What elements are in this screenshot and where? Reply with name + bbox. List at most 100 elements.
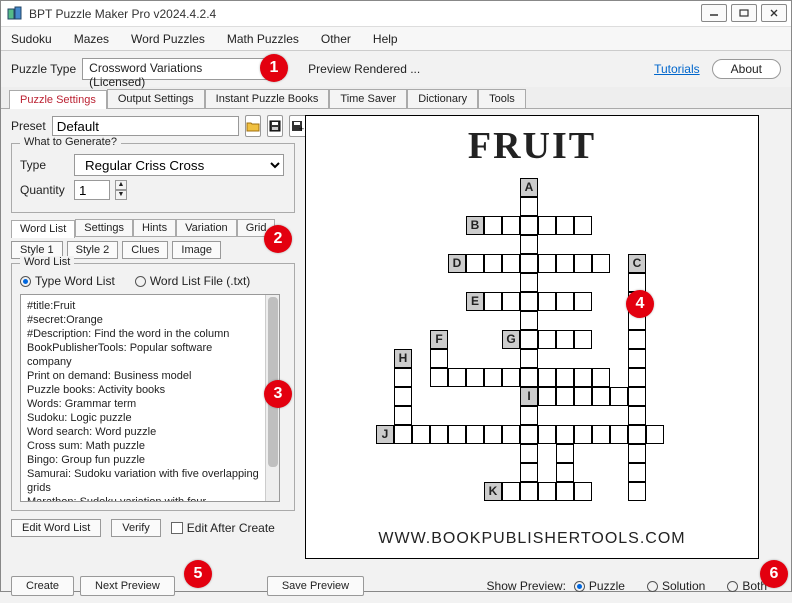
tab-tools[interactable]: Tools: [478, 89, 526, 108]
menu-help[interactable]: Help: [373, 32, 398, 46]
grid-cell: [574, 482, 592, 501]
grid-cell: [520, 254, 538, 273]
grid-label-cell: J: [376, 425, 394, 444]
edit-after-create-checkbox[interactable]: Edit After Create: [171, 521, 275, 535]
grid-cell: [628, 406, 646, 425]
save-preview-button[interactable]: Save Preview: [267, 576, 364, 596]
grid-cell: [574, 254, 592, 273]
close-button[interactable]: [761, 4, 787, 22]
quantity-spinner[interactable]: ▲▼: [115, 180, 127, 200]
radio-puzzle[interactable]: Puzzle: [574, 579, 625, 593]
type-dropdown[interactable]: Regular Criss Cross: [74, 154, 284, 176]
quantity-label: Quantity: [20, 183, 68, 197]
about-button[interactable]: About: [712, 59, 781, 79]
quantity-input[interactable]: [74, 180, 110, 200]
tab-dictionary[interactable]: Dictionary: [407, 89, 478, 108]
menu-other[interactable]: Other: [321, 32, 351, 46]
style2-button[interactable]: Style 2: [67, 241, 119, 259]
preview-title: FRUIT: [312, 124, 752, 168]
next-preview-button[interactable]: Next Preview: [80, 576, 175, 596]
edit-word-list-button[interactable]: Edit Word List: [11, 519, 101, 537]
grid-cell: [556, 425, 574, 444]
grid-cell: [520, 292, 538, 311]
grid-cell: [538, 216, 556, 235]
marker-2: 2: [264, 225, 292, 253]
type-label: Type: [20, 158, 68, 172]
grid-cell: [502, 292, 520, 311]
grid-cell: [484, 292, 502, 311]
open-preset-icon[interactable]: [245, 115, 261, 137]
grid-cell: [556, 368, 574, 387]
grid-cell: [538, 292, 556, 311]
tutorials-link[interactable]: Tutorials: [654, 62, 700, 76]
subtab-word-list[interactable]: Word List: [11, 220, 75, 238]
grid-label-cell: I: [520, 387, 538, 406]
grid-cell: [430, 425, 448, 444]
maximize-button[interactable]: [731, 4, 757, 22]
marker-5: 5: [184, 560, 212, 588]
grid-cell: [520, 406, 538, 425]
grid-cell: [628, 349, 646, 368]
grid-cell: [466, 254, 484, 273]
marker-6: 6: [760, 560, 788, 588]
grid-label-cell: H: [394, 349, 412, 368]
grid-cell: [592, 387, 610, 406]
grid-cell: [628, 482, 646, 501]
grid-cell: [520, 425, 538, 444]
tab-puzzle-settings[interactable]: Puzzle Settings: [9, 90, 107, 109]
title-bar: BPT Puzzle Maker Pro v2024.4.2.4: [1, 1, 791, 27]
preview-pane: FRUIT ABCDEFGHIJK WWW.BOOKPUBLISHERTOOLS…: [301, 109, 791, 569]
grid-cell: [574, 425, 592, 444]
tab-output-settings[interactable]: Output Settings: [107, 89, 205, 108]
subtab-variation[interactable]: Variation: [176, 219, 237, 237]
radio-word-list-file[interactable]: Word List File (.txt): [135, 274, 250, 288]
radio-solution[interactable]: Solution: [647, 579, 705, 593]
grid-cell: [574, 292, 592, 311]
subtab-settings[interactable]: Settings: [75, 219, 133, 237]
grid-cell: [556, 482, 574, 501]
grid-label-cell: E: [466, 292, 484, 311]
menu-math-puzzles[interactable]: Math Puzzles: [227, 32, 299, 46]
clues-button[interactable]: Clues: [122, 241, 168, 259]
subtab-hints[interactable]: Hints: [133, 219, 176, 237]
grid-label-cell: K: [484, 482, 502, 501]
grid-cell: [412, 425, 430, 444]
save-preset-icon[interactable]: [267, 115, 283, 137]
generate-group: What to Generate? Type Regular Criss Cro…: [11, 143, 295, 213]
grid-label-cell: F: [430, 330, 448, 349]
grid-cell: [520, 311, 538, 330]
menu-sudoku[interactable]: Sudoku: [11, 32, 52, 46]
grid-cell: [520, 330, 538, 349]
radio-type-word-list[interactable]: Type Word List: [20, 274, 115, 288]
grid-cell: [628, 387, 646, 406]
grid-cell: [484, 425, 502, 444]
preset-input[interactable]: [52, 116, 239, 136]
grid-cell: [394, 406, 412, 425]
grid-cell: [520, 368, 538, 387]
word-list-group: Word List Type Word List Word List File …: [11, 263, 295, 511]
grid-cell: [430, 368, 448, 387]
crossword-grid: ABCDEFGHIJK: [376, 178, 686, 518]
grid-cell: [484, 216, 502, 235]
preview-frame: FRUIT ABCDEFGHIJK WWW.BOOKPUBLISHERTOOLS…: [305, 115, 759, 559]
grid-cell: [430, 349, 448, 368]
image-button[interactable]: Image: [172, 241, 221, 259]
grid-cell: [538, 330, 556, 349]
grid-label-cell: A: [520, 178, 538, 197]
menu-word-puzzles[interactable]: Word Puzzles: [131, 32, 205, 46]
grid-cell: [394, 387, 412, 406]
grid-cell: [538, 425, 556, 444]
grid-cell: [520, 235, 538, 254]
tab-instant-books[interactable]: Instant Puzzle Books: [205, 89, 330, 108]
verify-button[interactable]: Verify: [111, 519, 161, 537]
tab-time-saver[interactable]: Time Saver: [329, 89, 407, 108]
grid-cell: [538, 482, 556, 501]
grid-cell: [556, 330, 574, 349]
menu-mazes[interactable]: Mazes: [74, 32, 109, 46]
generate-title: What to Generate?: [20, 136, 121, 148]
word-list-textarea[interactable]: #title:Fruit #secret:Orange #Description…: [20, 294, 280, 502]
minimize-button[interactable]: [701, 4, 727, 22]
grid-cell: [520, 273, 538, 292]
create-button[interactable]: Create: [11, 576, 74, 596]
puzzle-type-dropdown[interactable]: Crossword Variations (Licensed): [82, 58, 282, 80]
